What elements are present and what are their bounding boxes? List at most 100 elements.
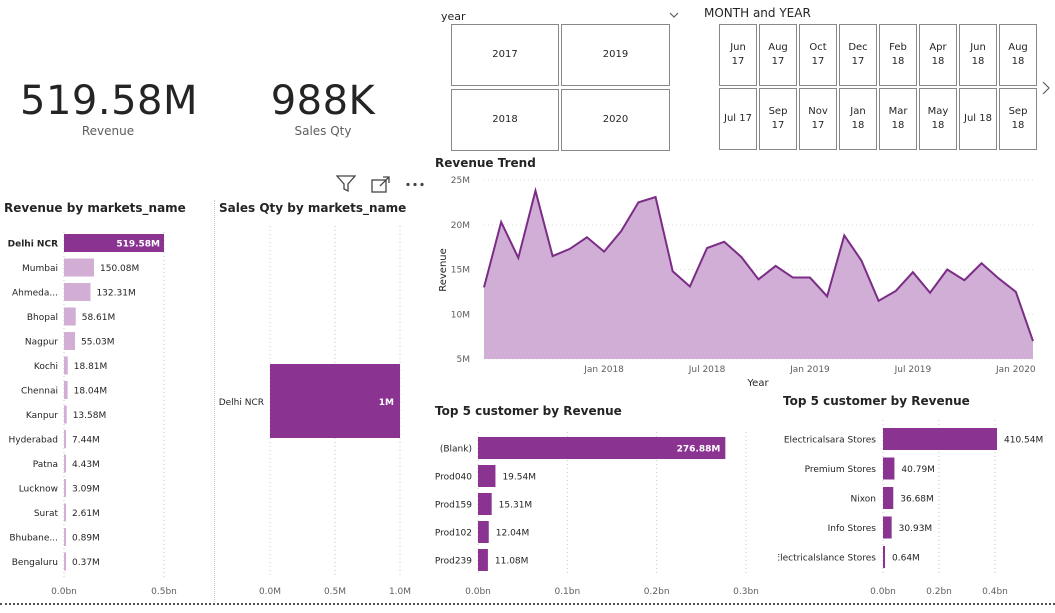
sales-qty-by-market-visual[interactable]: Sales Qty by markets_name 0.0M 0.5M 1.0M De… — [216, 196, 432, 601]
filter-icon[interactable] — [336, 175, 356, 193]
category-label: Patna — [33, 460, 58, 470]
month-tile[interactable]: Sep 17 — [759, 88, 797, 150]
bar[interactable] — [883, 546, 885, 568]
sales-qty-by-market-chart[interactable]: 0.0M 0.5M 1.0M Delhi NCR 1M — [216, 196, 432, 601]
x-tick-label: 0.0bn — [870, 587, 896, 597]
divider — [214, 200, 215, 602]
data-label: 18.04M — [74, 387, 108, 397]
x-tick-label: Jul 2018 — [688, 365, 726, 375]
data-label: 7.44M — [72, 436, 100, 446]
x-tick-label: 0.4bn — [982, 587, 1008, 597]
category-label: (Blank) — [440, 445, 472, 455]
bar[interactable] — [883, 457, 895, 480]
month-tile[interactable]: Jul 18 — [959, 88, 997, 150]
x-tick-label: Jan 2018 — [583, 365, 624, 375]
data-label: 1M — [379, 398, 394, 408]
x-tick-label: 0.0M — [259, 587, 281, 597]
bar[interactable] — [478, 521, 489, 543]
x-tick-label: Jan 2020 — [995, 365, 1036, 375]
category-label: Delhi NCR — [219, 398, 264, 408]
revenue-by-market-chart[interactable]: 0.0bn 0.5bn Delhi NCR 519.58M Mumbai 150.08M A… — [0, 196, 212, 601]
bar[interactable] — [64, 430, 66, 448]
month-tile[interactable]: Jun 17 — [719, 24, 757, 86]
x-tick-label: 0.5bn — [151, 587, 177, 597]
top5-customer-left-visual[interactable]: Top 5 customer by Revenue 0.0bn 0.1bn 0.2b… — [432, 400, 772, 600]
x-tick-label: 0.2bn — [644, 587, 670, 597]
bar[interactable] — [883, 428, 997, 450]
bar[interactable] — [64, 307, 76, 326]
x-tick-label: 0.5M — [324, 587, 346, 597]
revenue-by-market-visual[interactable]: Revenue by markets_name 0.0bn 0.5bn Delhi … — [0, 196, 212, 601]
month-tile[interactable]: Jun 18 — [959, 24, 997, 86]
category-label: Kanpur — [26, 411, 58, 421]
chevron-down-icon[interactable] — [668, 10, 680, 20]
x-tick-label: Jan 2019 — [789, 365, 830, 375]
data-label: 276.88M — [677, 445, 721, 455]
bar[interactable] — [64, 332, 76, 350]
x-tick-label: Jul 2019 — [894, 365, 932, 375]
more-options-icon[interactable] — [405, 182, 425, 187]
data-label: 0.64M — [892, 554, 920, 564]
bar[interactable] — [883, 516, 892, 539]
month-tile[interactable]: Apr 18 — [919, 24, 957, 86]
y-tick-label: 10M — [451, 310, 470, 320]
top5-customer-left-chart[interactable]: 0.0bn 0.1bn 0.2bn 0.3bn (Blank) 276.88M Prod04… — [432, 400, 772, 600]
y-axis-label: Revenue — [438, 248, 449, 292]
category-label: Premium Stores — [805, 465, 877, 475]
month-tile[interactable]: Oct 17 — [799, 24, 837, 86]
x-tick-label: 0.1bn — [554, 587, 580, 597]
kpi-sales-qty-value: 988K — [270, 78, 376, 124]
revenue-trend-chart[interactable]: 5M 10M 15M 20M 25M Jan 2018 Jul 2018 Jan 2019 Ju… — [432, 152, 1044, 392]
month-tile[interactable]: Mar 18 — [879, 88, 917, 150]
bar[interactable] — [64, 503, 66, 522]
category-label: Chennai — [21, 387, 58, 397]
bar[interactable] — [64, 381, 68, 399]
data-label: 4.43M — [72, 460, 100, 470]
chevron-right-icon[interactable] — [1041, 80, 1051, 96]
bar[interactable] — [64, 552, 66, 571]
month-tile[interactable]: Dec 17 — [839, 24, 877, 86]
month-tile[interactable]: Sep 18 — [999, 88, 1037, 150]
revenue-trend-visual[interactable]: Revenue Trend 5M 10M 15M 20M 25M Jan 2018 Jul … — [432, 152, 1044, 392]
bar[interactable] — [64, 528, 66, 546]
kpi-revenue-value: 519.58M — [20, 78, 198, 124]
top5-customer-right-chart[interactable]: 0.0bn 0.2bn 0.4bn Electricalsara Stores 410.… — [778, 390, 1052, 600]
year-tile-2020[interactable]: 2020 — [561, 89, 670, 151]
category-label: Kochi — [34, 362, 58, 372]
bar[interactable] — [478, 493, 492, 515]
category-label: Electricalsara Stores — [784, 436, 876, 446]
bar[interactable] — [64, 356, 68, 375]
month-tile[interactable]: Jan 18 — [839, 88, 877, 150]
bar[interactable] — [64, 405, 67, 424]
month-tile[interactable]: Feb 18 — [879, 24, 917, 86]
y-tick-label: 15M — [451, 266, 470, 276]
category-label: Bhopal — [27, 313, 58, 323]
month-slicer-title: MONTH and YEAR — [704, 6, 811, 20]
area-fill[interactable] — [484, 190, 1033, 359]
bar[interactable] — [64, 479, 66, 497]
year-tile-2017[interactable]: 2017 — [451, 24, 559, 86]
data-label: 0.89M — [72, 534, 100, 544]
month-tile[interactable]: Aug 17 — [759, 24, 797, 86]
month-tile[interactable]: Nov 17 — [799, 88, 837, 150]
data-label: 132.31M — [96, 289, 135, 299]
bar[interactable] — [883, 487, 894, 509]
bar[interactable] — [478, 465, 496, 487]
data-label: 150.08M — [100, 264, 139, 274]
focus-mode-icon[interactable] — [371, 176, 391, 193]
category-label: Nixon — [851, 495, 877, 505]
y-tick-label: 5M — [457, 355, 471, 365]
month-tile[interactable]: Aug 18 — [999, 24, 1037, 86]
year-tile-2019[interactable]: 2019 — [561, 24, 670, 86]
category-label: Prod239 — [435, 557, 472, 567]
data-label: 11.08M — [495, 557, 529, 567]
data-label: 0.37M — [72, 558, 100, 568]
year-tile-2018[interactable]: 2018 — [451, 89, 559, 151]
bar[interactable] — [64, 454, 66, 473]
month-tile[interactable]: Jul 17 — [719, 88, 757, 150]
top5-customer-right-visual[interactable]: Top 5 customer by Revenue 0.0bn 0.2bn 0.4b… — [778, 390, 1052, 600]
bar[interactable] — [478, 549, 488, 571]
bar[interactable] — [64, 258, 95, 277]
bar[interactable] — [64, 283, 91, 301]
month-tile[interactable]: May 18 — [919, 88, 957, 150]
